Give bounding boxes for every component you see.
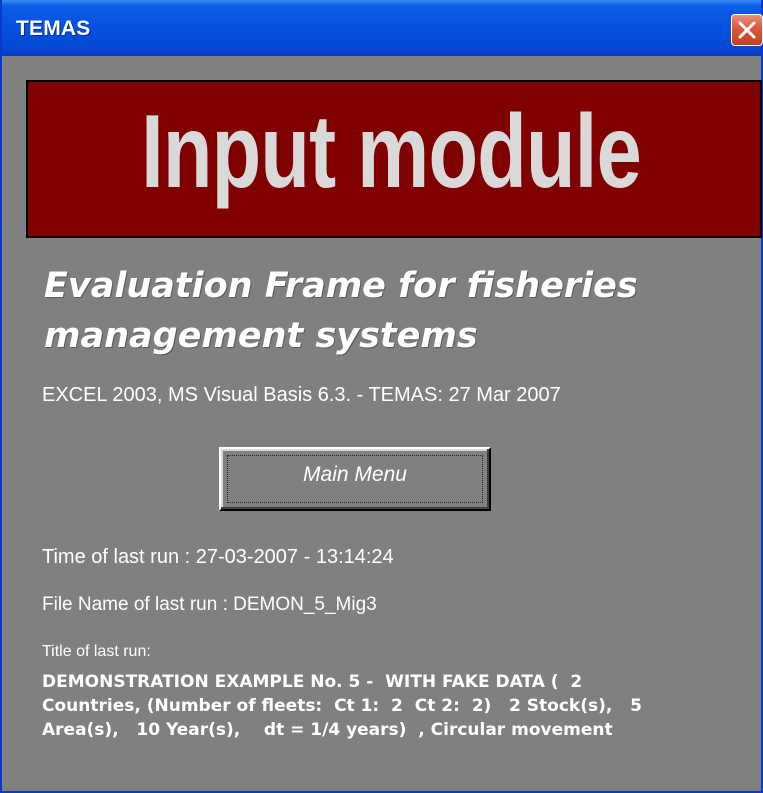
version-info: EXCEL 2003, MS Visual Basis 6.3. - TEMAS… xyxy=(42,384,561,406)
main-menu-button-label: Main Menu xyxy=(303,463,407,486)
input-module-banner: Input module xyxy=(26,80,762,238)
last-run-title-line: Area(s), 10 Year(s), dt = 1/4 years) , C… xyxy=(42,720,613,740)
last-run-title-line: DEMONSTRATION EXAMPLE No. 5 - WITH FAKE … xyxy=(42,672,583,692)
close-icon xyxy=(738,21,756,39)
last-run-title-label: Title of last run: xyxy=(42,643,151,660)
temas-window: TEMAS Input module Evaluation Frame for … xyxy=(0,0,763,793)
window-title: TEMAS xyxy=(16,17,91,40)
main-menu-button[interactable]: Main Menu xyxy=(219,447,491,511)
last-run-file-name: File Name of last run : DEMON_5_Mig3 xyxy=(42,594,377,615)
last-run-title: DEMONSTRATION EXAMPLE No. 5 - WITH FAKE … xyxy=(42,670,642,742)
subtitle-line-2: management systems xyxy=(44,316,478,356)
last-run-title-line: Countries, (Number of fleets: Ct 1: 2 Ct… xyxy=(42,696,642,716)
title-bar[interactable]: TEMAS xyxy=(2,0,763,56)
banner-title: Input module xyxy=(141,94,642,210)
close-button[interactable] xyxy=(731,14,763,46)
subtitle-line-1: Evaluation Frame for fisheries xyxy=(44,266,638,306)
last-run-time: Time of last run : 27-03-2007 - 13:14:24 xyxy=(42,546,394,568)
form-client-area: Input module Evaluation Frame for fisher… xyxy=(2,56,762,791)
app-subtitle: Evaluation Frame for fisheries managemen… xyxy=(44,261,744,361)
